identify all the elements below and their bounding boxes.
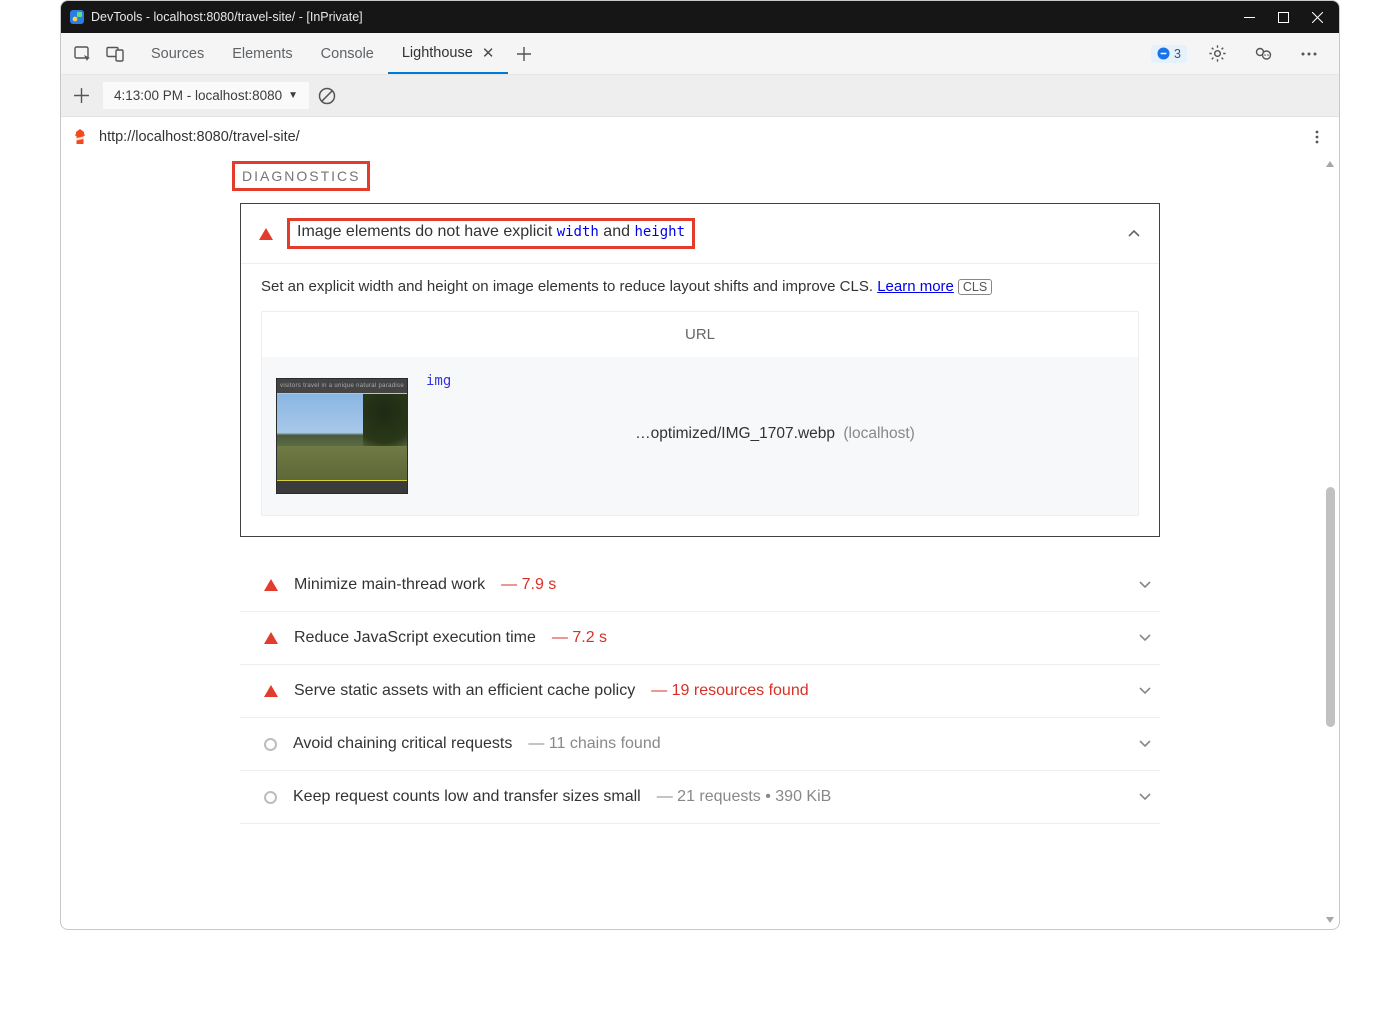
section-header-diagnostics: DIAGNOSTICS (232, 161, 370, 191)
audit-row-metric: — 11 chains found (528, 735, 660, 753)
devtools-window: DevTools - localhost:8080/travel-site/ -… (60, 0, 1340, 930)
issues-counter[interactable]: 3 (1151, 45, 1187, 63)
clear-report-icon[interactable] (317, 86, 337, 106)
tab-lighthouse[interactable]: Lighthouse ✕ (388, 34, 509, 74)
close-window-button[interactable] (1309, 9, 1325, 25)
tab-elements[interactable]: Elements (218, 36, 306, 72)
audit-row[interactable]: Minimize main-thread work — 7.9 s (240, 559, 1160, 612)
audit-row-metric: — 7.9 s (501, 576, 556, 594)
audit-row-title: Serve static assets with an efficient ca… (294, 682, 635, 700)
report-selector-label: 4:13:00 PM - localhost:8080 (114, 88, 282, 103)
audit-row-metric: — 21 requests • 390 KiB (657, 788, 832, 806)
audit-title-highlight: Image elements do not have explicit widt… (287, 218, 695, 249)
more-menu-icon[interactable] (1293, 38, 1325, 70)
audit-title: Image elements do not have explicit widt… (287, 218, 1113, 249)
window-titlebar: DevTools - localhost:8080/travel-site/ -… (61, 1, 1339, 33)
settings-gear-icon[interactable] (1201, 38, 1233, 70)
audit-description: Set an explicit width and height on imag… (261, 278, 1139, 295)
resource-url: …optimized/IMG_1707.webp (localhost) (635, 425, 915, 501)
chevron-down-icon (1138, 737, 1152, 751)
audit-body: Set an explicit width and height on imag… (241, 264, 1159, 536)
resource-host: (localhost) (843, 425, 915, 442)
close-icon[interactable]: ✕ (482, 44, 495, 62)
report-viewport: DIAGNOSTICS Image elements do not have e… (63, 157, 1337, 927)
fail-triangle-icon (264, 579, 278, 591)
chevron-up-icon (1127, 227, 1141, 241)
window-controls (1241, 9, 1325, 25)
scroll-thumb[interactable] (1326, 487, 1335, 727)
caret-down-icon: ▼ (288, 90, 298, 101)
code-keyword: height (634, 224, 685, 240)
new-report-button[interactable] (67, 82, 95, 110)
audit-row-metric: — 7.2 s (552, 629, 607, 647)
tab-label: Console (321, 46, 374, 62)
audit-row[interactable]: Reduce JavaScript execution time — 7.2 s (240, 612, 1160, 665)
scroll-up-icon[interactable] (1323, 157, 1337, 171)
issues-count-label: 3 (1174, 47, 1181, 61)
lighthouse-toolbar: 4:13:00 PM - localhost:8080 ▼ (61, 75, 1339, 117)
thumbnail-image (277, 394, 407, 480)
device-toolbar-icon[interactable] (99, 38, 131, 70)
report-menu-icon[interactable] (1305, 129, 1329, 145)
learn-more-link[interactable]: Learn more (877, 278, 954, 295)
audit-description-text: Set an explicit width and height on imag… (261, 278, 877, 295)
devtools-app-icon (69, 9, 85, 25)
audit-expanded-card: Image elements do not have explicit widt… (240, 203, 1160, 537)
cls-badge: CLS (958, 279, 992, 295)
issue-info-icon (1157, 47, 1170, 60)
audit-title-text: Image elements do not have explicit (297, 223, 557, 240)
report-url-bar: http://localhost:8080/travel-site/ (61, 117, 1339, 157)
element-tag: img (426, 373, 451, 389)
fail-triangle-icon (264, 685, 278, 697)
tab-label: Elements (232, 46, 292, 62)
info-circle-icon (264, 738, 277, 751)
audit-row-title: Keep request counts low and transfer siz… (293, 788, 641, 806)
audit-row-title: Minimize main-thread work (294, 576, 485, 594)
code-keyword: width (557, 224, 599, 240)
fail-triangle-icon (259, 228, 273, 240)
tab-label: Lighthouse (402, 45, 473, 61)
audit-list: Minimize main-thread work — 7.9 s Reduce J… (240, 559, 1160, 824)
audit-table: URL visitors travel in a unique natural … (261, 311, 1139, 516)
thumbnail-banner: visitors travel in a unique natural para… (277, 379, 407, 393)
audit-row-metric: — 19 resources found (651, 682, 808, 700)
lighthouse-logo-icon (71, 128, 89, 146)
audit-title-text: and (599, 223, 635, 240)
report-selector[interactable]: 4:13:00 PM - localhost:8080 ▼ (103, 82, 309, 109)
add-tab-button[interactable] (508, 38, 540, 70)
report-url: http://localhost:8080/travel-site/ (99, 129, 300, 145)
table-row: visitors travel in a unique natural para… (262, 357, 1138, 515)
tab-console[interactable]: Console (307, 36, 388, 72)
audit-row[interactable]: Keep request counts low and transfer siz… (240, 771, 1160, 824)
info-circle-icon (264, 791, 277, 804)
tab-sources[interactable]: Sources (137, 36, 218, 72)
chevron-down-icon (1138, 631, 1152, 645)
table-header-url: URL (262, 312, 1138, 357)
panel-tabstrip: Sources Elements Console Lighthouse ✕ 3 (61, 33, 1339, 75)
inspect-element-icon[interactable] (67, 38, 99, 70)
resource-path: …optimized/IMG_1707.webp (635, 425, 835, 442)
element-thumbnail: visitors travel in a unique natural para… (276, 378, 408, 494)
feedback-icon[interactable] (1247, 38, 1279, 70)
tab-label: Sources (151, 46, 204, 62)
audit-header[interactable]: Image elements do not have explicit widt… (241, 204, 1159, 264)
panel-tabs: Sources Elements Console Lighthouse ✕ (137, 34, 540, 73)
audit-row-title: Reduce JavaScript execution time (294, 629, 536, 647)
window-title: DevTools - localhost:8080/travel-site/ -… (91, 10, 1241, 24)
audit-row[interactable]: Avoid chaining critical requests — 11 cha… (240, 718, 1160, 771)
minimize-button[interactable] (1241, 9, 1257, 25)
chevron-down-icon (1138, 578, 1152, 592)
chevron-down-icon (1138, 790, 1152, 804)
report-content: DIAGNOSTICS Image elements do not have e… (240, 157, 1160, 824)
audit-row-title: Avoid chaining critical requests (293, 735, 512, 753)
chevron-down-icon (1138, 684, 1152, 698)
audit-row[interactable]: Serve static assets with an efficient ca… (240, 665, 1160, 718)
maximize-button[interactable] (1275, 9, 1291, 25)
fail-triangle-icon (264, 632, 278, 644)
scroll-down-icon[interactable] (1323, 913, 1337, 927)
scrollbar[interactable] (1323, 157, 1337, 927)
